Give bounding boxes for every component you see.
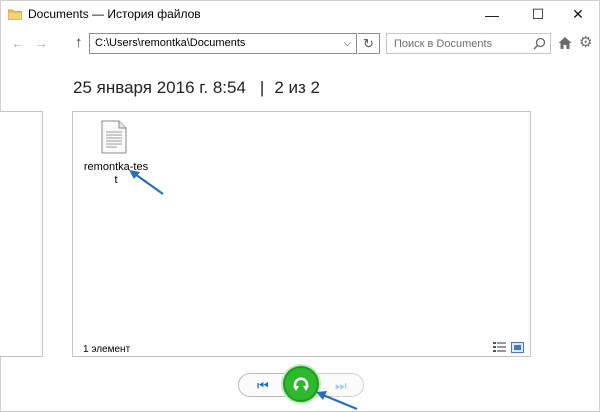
- large-icons-view-icon[interactable]: [511, 342, 524, 353]
- minimize-icon: —: [485, 6, 499, 23]
- close-button[interactable]: ✕: [555, 1, 600, 28]
- snapshot-position: 2 из 2: [274, 78, 320, 97]
- search-input[interactable]: Поиск в Documents: [386, 33, 551, 54]
- forward-button[interactable]: →: [34, 35, 48, 51]
- restore-button[interactable]: [283, 366, 319, 402]
- close-icon: ✕: [572, 6, 584, 22]
- refresh-button[interactable]: ↻: [358, 33, 380, 54]
- back-button[interactable]: ←: [11, 35, 25, 51]
- search-placeholder: Поиск в Documents: [394, 38, 493, 50]
- title-bar: Documents — История файлов — ☐ ✕: [1, 1, 600, 28]
- address-bar[interactable]: C:\Users\remontka\Documents ⌵: [89, 33, 357, 54]
- gear-icon[interactable]: ⚙: [579, 35, 592, 50]
- header-separator: |: [259, 78, 265, 97]
- snapshot-date: 25 января 2016 г. 8:54: [73, 78, 246, 97]
- snapshot-header: 25 января 2016 г. 8:54 | 2 из 2: [73, 78, 320, 98]
- item-count: 1 элемент: [83, 344, 131, 355]
- search-icon: [533, 37, 546, 50]
- file-item[interactable]: remontka-test: [83, 118, 149, 186]
- address-path: C:\Users\remontka\Documents: [95, 37, 246, 49]
- minimize-button[interactable]: —: [469, 1, 515, 28]
- previous-snapshot-panel[interactable]: [0, 111, 43, 357]
- window-title: Documents — История файлов: [28, 7, 201, 21]
- file-pane: remontka-test 1 элемент: [72, 111, 531, 357]
- address-dropdown-button[interactable]: ⌵: [339, 34, 356, 53]
- file-name: remontka-test: [83, 161, 149, 186]
- next-icon: ⏭: [335, 378, 347, 393]
- up-button[interactable]: ↑: [75, 34, 83, 51]
- maximize-icon: ☐: [531, 6, 545, 22]
- text-file-icon: [101, 120, 127, 154]
- details-view-icon[interactable]: [493, 342, 506, 353]
- folder-icon: [8, 9, 22, 20]
- refresh-icon: ↻: [363, 35, 374, 51]
- previous-icon: ⏮: [257, 378, 269, 393]
- file-history-window: Documents — История файлов — ☐ ✕ ← → ↑ C…: [0, 0, 600, 412]
- restore-icon: [293, 377, 309, 391]
- home-icon[interactable]: [558, 36, 572, 50]
